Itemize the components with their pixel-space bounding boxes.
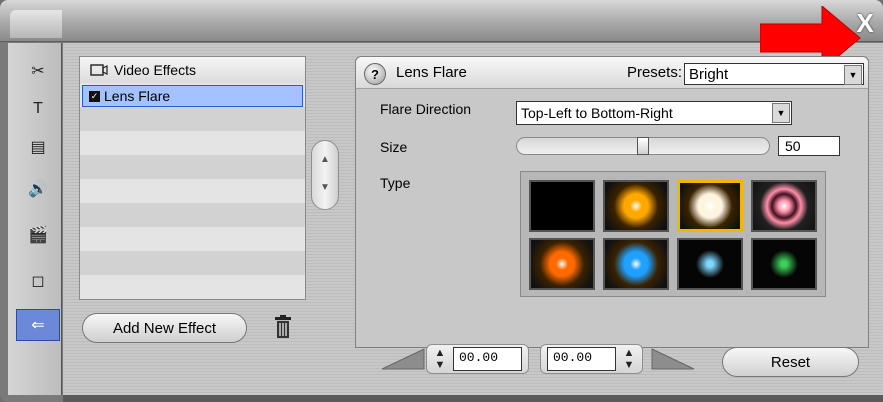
video-effects-header: Video Effects: [80, 57, 305, 83]
presets-dropdown[interactable]: Bright ▼: [684, 63, 864, 85]
frame-icon[interactable]: ◻: [16, 265, 60, 297]
plugin-icon-glyph: ⇐: [31, 317, 45, 334]
flare-direction-label: Flare Direction: [380, 101, 472, 117]
frame-icon-glyph: ◻: [31, 273, 45, 290]
flare-type-none[interactable]: [529, 180, 595, 232]
flare-type-cyan-star[interactable]: [677, 238, 743, 290]
scroll-up-icon[interactable]: ▲: [316, 147, 334, 173]
close-button[interactable]: X: [853, 8, 877, 38]
video-effects-list: Video Effects ✓ Lens Flare: [79, 56, 306, 300]
effect-title: Lens Flare: [396, 64, 467, 81]
ramp-out-icon: [651, 348, 695, 370]
audio-icon-glyph: 🔊: [28, 181, 48, 198]
size-input[interactable]: 50: [778, 136, 840, 156]
effect-header: ? Lens Flare Presets: Bright ▼: [356, 57, 868, 89]
trash-icon[interactable]: [272, 314, 294, 340]
title-bar-left-tab: [10, 10, 62, 38]
flare-type-green-star[interactable]: [751, 238, 817, 290]
text-icon-glyph: T: [33, 100, 43, 117]
flare-type-orange[interactable]: [603, 180, 669, 232]
flare-type-red-orange[interactable]: [529, 238, 595, 290]
chevron-down-icon[interactable]: ▼: [772, 103, 790, 123]
plugin-icon[interactable]: ⇐: [16, 309, 60, 341]
menu-icon[interactable]: ▤: [16, 131, 60, 163]
video-effects-title: Video Effects: [114, 62, 196, 78]
effect-settings-panel: ? Lens Flare Presets: Bright ▼ Flare Dir…: [355, 56, 869, 348]
film-icon: [90, 64, 108, 76]
end-time-control: 00.00 ▲ ▼: [540, 344, 643, 374]
flare-type-grid: [520, 171, 826, 297]
title-bar: [0, 0, 883, 42]
flare-direction-value: Top-Left to Bottom-Right: [521, 105, 673, 121]
presets-label: Presets:: [626, 64, 682, 81]
flare-type-blue[interactable]: [603, 238, 669, 290]
effects-list-body: ✓ Lens Flare: [80, 83, 305, 299]
audio-icon[interactable]: 🔊: [16, 173, 60, 205]
left-toolbar: ✂ T ▤ 🔊 🎬 ◻ ⇐: [8, 43, 62, 395]
enabled-checkbox[interactable]: ✓: [89, 90, 100, 102]
reset-button[interactable]: Reset: [722, 347, 859, 377]
flare-type-pink-ring[interactable]: [751, 180, 817, 232]
flare-direction-dropdown[interactable]: Top-Left to Bottom-Right ▼: [516, 101, 792, 125]
chevron-down-icon[interactable]: ▼: [844, 65, 862, 85]
flare-type-white[interactable]: [677, 180, 743, 232]
start-time-control: ▲ ▼ 00.00: [426, 344, 529, 374]
type-label: Type: [380, 175, 411, 191]
ramp-in-icon: [381, 348, 425, 370]
size-slider[interactable]: [516, 137, 770, 155]
end-time-input[interactable]: 00.00: [547, 347, 616, 371]
size-label: Size: [380, 139, 408, 155]
list-item[interactable]: ✓ Lens Flare: [82, 85, 303, 107]
main-panel-bottom-edge: [63, 395, 883, 402]
tools-icon-glyph: ✂: [31, 63, 45, 80]
scroll-down-icon[interactable]: ▼: [316, 175, 334, 201]
help-icon[interactable]: ?: [364, 63, 386, 85]
start-time-input[interactable]: 00.00: [453, 347, 522, 371]
tools-icon[interactable]: ✂: [16, 55, 60, 87]
end-time-spinner-icon[interactable]: ▲ ▼: [622, 347, 636, 371]
add-new-effect-button[interactable]: Add New Effect: [82, 313, 247, 343]
text-icon[interactable]: T: [16, 93, 60, 125]
clapper-icon-glyph: 🎬: [28, 227, 48, 244]
start-time-spinner-icon[interactable]: ▲ ▼: [433, 347, 447, 371]
presets-value: Bright: [689, 65, 729, 83]
size-slider-thumb[interactable]: [637, 137, 649, 155]
clapper-icon[interactable]: 🎬: [16, 219, 60, 251]
list-scroller[interactable]: ▲ ▼: [311, 140, 339, 210]
list-item-label: Lens Flare: [104, 88, 171, 104]
menu-icon-glyph: ▤: [30, 139, 46, 156]
